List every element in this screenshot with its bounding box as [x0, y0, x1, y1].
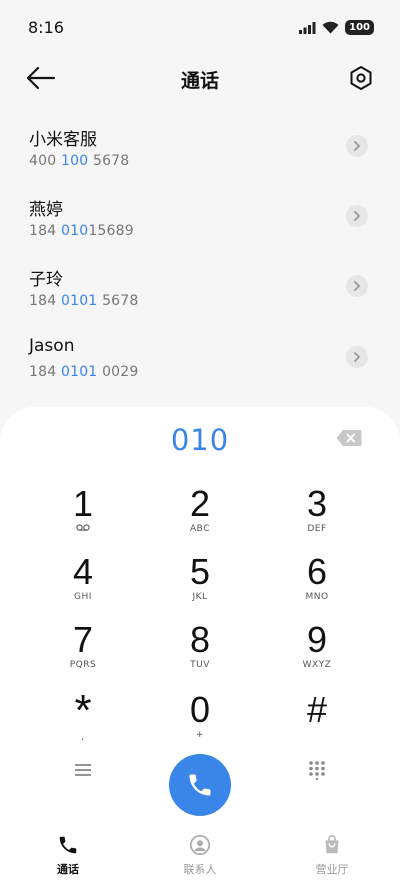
nav-label-calls: 通话 — [57, 863, 79, 876]
nav-label-hall: 营业厅 — [315, 863, 349, 876]
dial-key-1[interactable]: 1 — [28, 484, 138, 544]
contact-number: 400 100 5678 — [29, 153, 130, 169]
header: 通话 — [0, 56, 400, 100]
contact-item[interactable]: Jason 184 0101 0029 — [0, 336, 400, 400]
wifi-icon — [322, 21, 339, 34]
dial-key-6[interactable]: 6 MNO — [262, 552, 372, 612]
dial-key-0[interactable]: 0 + — [145, 690, 255, 750]
dial-key-hash[interactable]: # — [262, 690, 372, 750]
dial-key-5[interactable]: 5 JKL — [145, 552, 255, 612]
contact-item[interactable]: 子玲 184 0101 5678 — [0, 265, 400, 329]
chevron-right-icon — [354, 141, 361, 151]
menu-icon[interactable] — [73, 762, 93, 778]
dial-key-8[interactable]: 8 TUV — [145, 620, 255, 680]
nav-tab-hall[interactable]: 营业厅 — [272, 834, 392, 877]
status-icons: 100 — [299, 20, 374, 35]
contact-number: 184 0101 0029 — [29, 364, 139, 380]
page-title: 通话 — [180, 70, 219, 92]
dial-key-star[interactable]: * , — [28, 689, 138, 750]
bottom-nav: 通话 联系人 营业厅 — [0, 830, 400, 889]
nav-label-contacts: 联系人 — [183, 863, 217, 876]
phone-icon — [59, 836, 77, 854]
dial-key-4[interactable]: 4 GHI — [28, 552, 138, 612]
dial-key-7[interactable]: 7 PQRS — [28, 620, 138, 680]
voicemail-icon — [76, 524, 90, 531]
phone-icon — [189, 774, 211, 796]
contact-item[interactable]: 小米客服 400 100 5678 — [0, 125, 400, 189]
contact-detail-button[interactable] — [346, 346, 368, 368]
contact-number: 184 0101 5678 — [29, 293, 139, 309]
dial-key-3[interactable]: 3 DEF — [262, 484, 372, 544]
contact-name: Jason — [29, 336, 75, 356]
contact-name: 子玲 — [29, 270, 63, 290]
signal-icon — [299, 21, 316, 34]
contact-detail-button[interactable] — [346, 275, 368, 297]
settings-icon[interactable] — [348, 65, 374, 91]
status-bar: 8:16 100 — [0, 0, 400, 56]
keypad-toggle-icon[interactable] — [307, 760, 327, 780]
chevron-right-icon — [354, 352, 361, 362]
chevron-right-icon — [354, 281, 361, 291]
battery-indicator: 100 — [345, 20, 374, 35]
dial-key-2[interactable]: 2 ABC — [145, 484, 255, 544]
backspace-icon[interactable] — [336, 429, 362, 447]
contact-icon — [190, 835, 210, 855]
contact-item[interactable]: 燕婷 184 01015689 — [0, 195, 400, 259]
dial-key-9[interactable]: 9 WXYZ — [262, 620, 372, 680]
contact-name: 小米客服 — [29, 130, 97, 150]
contact-name: 燕婷 — [29, 200, 63, 220]
nav-tab-contacts[interactable]: 联系人 — [140, 834, 260, 877]
contact-detail-button[interactable] — [346, 135, 368, 157]
shopping-bag-icon — [325, 835, 339, 854]
chevron-right-icon — [354, 211, 361, 221]
contact-number: 184 01015689 — [29, 223, 134, 239]
contact-detail-button[interactable] — [346, 205, 368, 227]
nav-tab-calls[interactable]: 通话 — [8, 834, 128, 877]
call-button[interactable] — [169, 754, 231, 816]
status-time: 8:16 — [28, 18, 64, 37]
